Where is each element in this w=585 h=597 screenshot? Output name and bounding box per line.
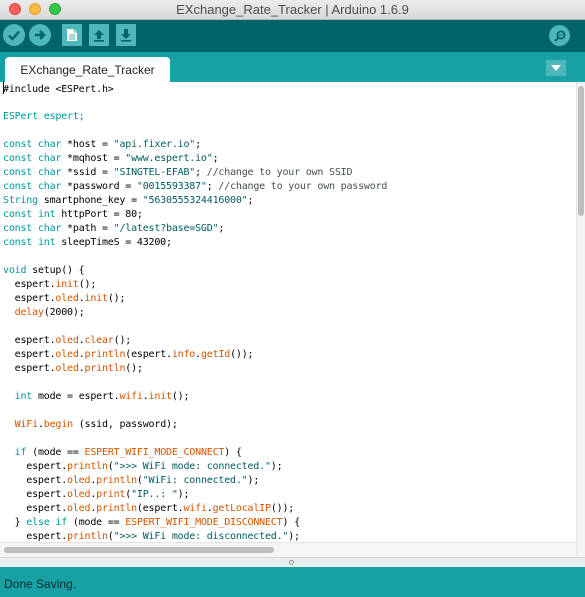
title-bar: EXchange_Rate_Tracker | Arduino 1.6.9 bbox=[0, 0, 585, 20]
code-line: #include <ESPert.h> bbox=[0, 82, 576, 96]
code-line: espert.println(">>> WiFi mode: connected… bbox=[3, 461, 283, 472]
status-bar: Done Saving. bbox=[0, 567, 585, 597]
code-line: const char *password = "0015593387"; //c… bbox=[3, 181, 388, 192]
code-line: delay(2000); bbox=[14, 307, 85, 318]
code-line: String smartphone_key = "563055532441600… bbox=[3, 195, 254, 206]
save-sketch-button[interactable] bbox=[116, 24, 136, 46]
arrow-up-icon bbox=[94, 30, 104, 42]
arrow-right-icon bbox=[35, 30, 46, 40]
code-line: void setup() { bbox=[3, 265, 85, 276]
code-line: } else if (mode == ESPERT_WIFI_MODE_DISC… bbox=[3, 517, 300, 528]
tab-menu-button[interactable] bbox=[546, 60, 566, 76]
code-line: espert.println(">>> WiFi mode: disconnec… bbox=[3, 531, 300, 542]
tab-bar: EXchange_Rate_Tracker bbox=[0, 52, 585, 82]
code-line: espert.oled.println(); bbox=[3, 363, 143, 374]
code-line: const char *ssid = "SINGTEL-EFAB"; //cha… bbox=[3, 167, 353, 178]
serial-monitor-button[interactable] bbox=[549, 25, 570, 46]
verify-button[interactable] bbox=[3, 24, 25, 46]
code-line: espert.oled.println(espert.info.getId())… bbox=[3, 349, 254, 360]
code-line: WiFi.begin (ssid, password); bbox=[14, 419, 178, 430]
code-line: ESPert espert; bbox=[0, 110, 576, 124]
code-line: if (mode == ESPERT_WIFI_MODE_CONNECT) { bbox=[14, 447, 242, 458]
code-line: espert.init(); bbox=[3, 279, 97, 290]
magnifier-icon bbox=[553, 30, 565, 42]
code-line: espert.oled.print("IP..: "); bbox=[3, 489, 190, 500]
open-sketch-button[interactable] bbox=[89, 24, 109, 46]
vertical-scrollbar[interactable] bbox=[576, 82, 585, 557]
code-editor[interactable]: #include <ESPert.h> ESPert espert; const… bbox=[0, 82, 576, 542]
code-line: espert.oled.println(espert.wifi.getLocal… bbox=[3, 503, 295, 514]
code-line-0: #include <ESPert.h> bbox=[3, 84, 114, 95]
status-message: Done Saving. bbox=[4, 577, 77, 591]
code-line: const int sleepTimeS = 43200; bbox=[3, 237, 172, 248]
window-title: EXchange_Rate_Tracker | Arduino 1.6.9 bbox=[176, 2, 409, 17]
new-sketch-button[interactable] bbox=[62, 24, 82, 46]
code-line-2: ESPert espert; bbox=[3, 111, 85, 122]
code-line: const char *mqhost = "www.espert.io"; bbox=[3, 153, 219, 164]
code-line: espert.oled.init(); bbox=[3, 293, 126, 304]
splitter-grip-icon[interactable] bbox=[289, 560, 294, 565]
horizontal-scroll-thumb[interactable] bbox=[4, 547, 274, 553]
new-file-icon bbox=[67, 29, 77, 41]
horizontal-scrollbar[interactable] bbox=[0, 542, 576, 557]
upload-button[interactable] bbox=[29, 24, 51, 46]
code-line: const char *path = "/latest?base=SGD"; bbox=[3, 223, 225, 234]
code-line: const char *host = "api.fixer.io"; bbox=[3, 139, 201, 150]
console-splitter[interactable] bbox=[0, 557, 585, 567]
code-line: espert.oled.clear(); bbox=[3, 335, 132, 346]
code-line: const int httpPort = 80; bbox=[3, 209, 143, 220]
code-line: int mode = espert.wifi.init(); bbox=[14, 391, 190, 402]
toolbar bbox=[0, 20, 585, 52]
tab-exchange-rate-tracker[interactable]: EXchange_Rate_Tracker bbox=[5, 57, 170, 82]
arrow-down-icon bbox=[121, 29, 131, 42]
code-line: espert.oled.println("WiFi: connected."); bbox=[3, 475, 260, 486]
vertical-scroll-thumb[interactable] bbox=[578, 86, 584, 216]
check-icon bbox=[8, 30, 20, 41]
triangle-down-icon bbox=[551, 65, 561, 71]
